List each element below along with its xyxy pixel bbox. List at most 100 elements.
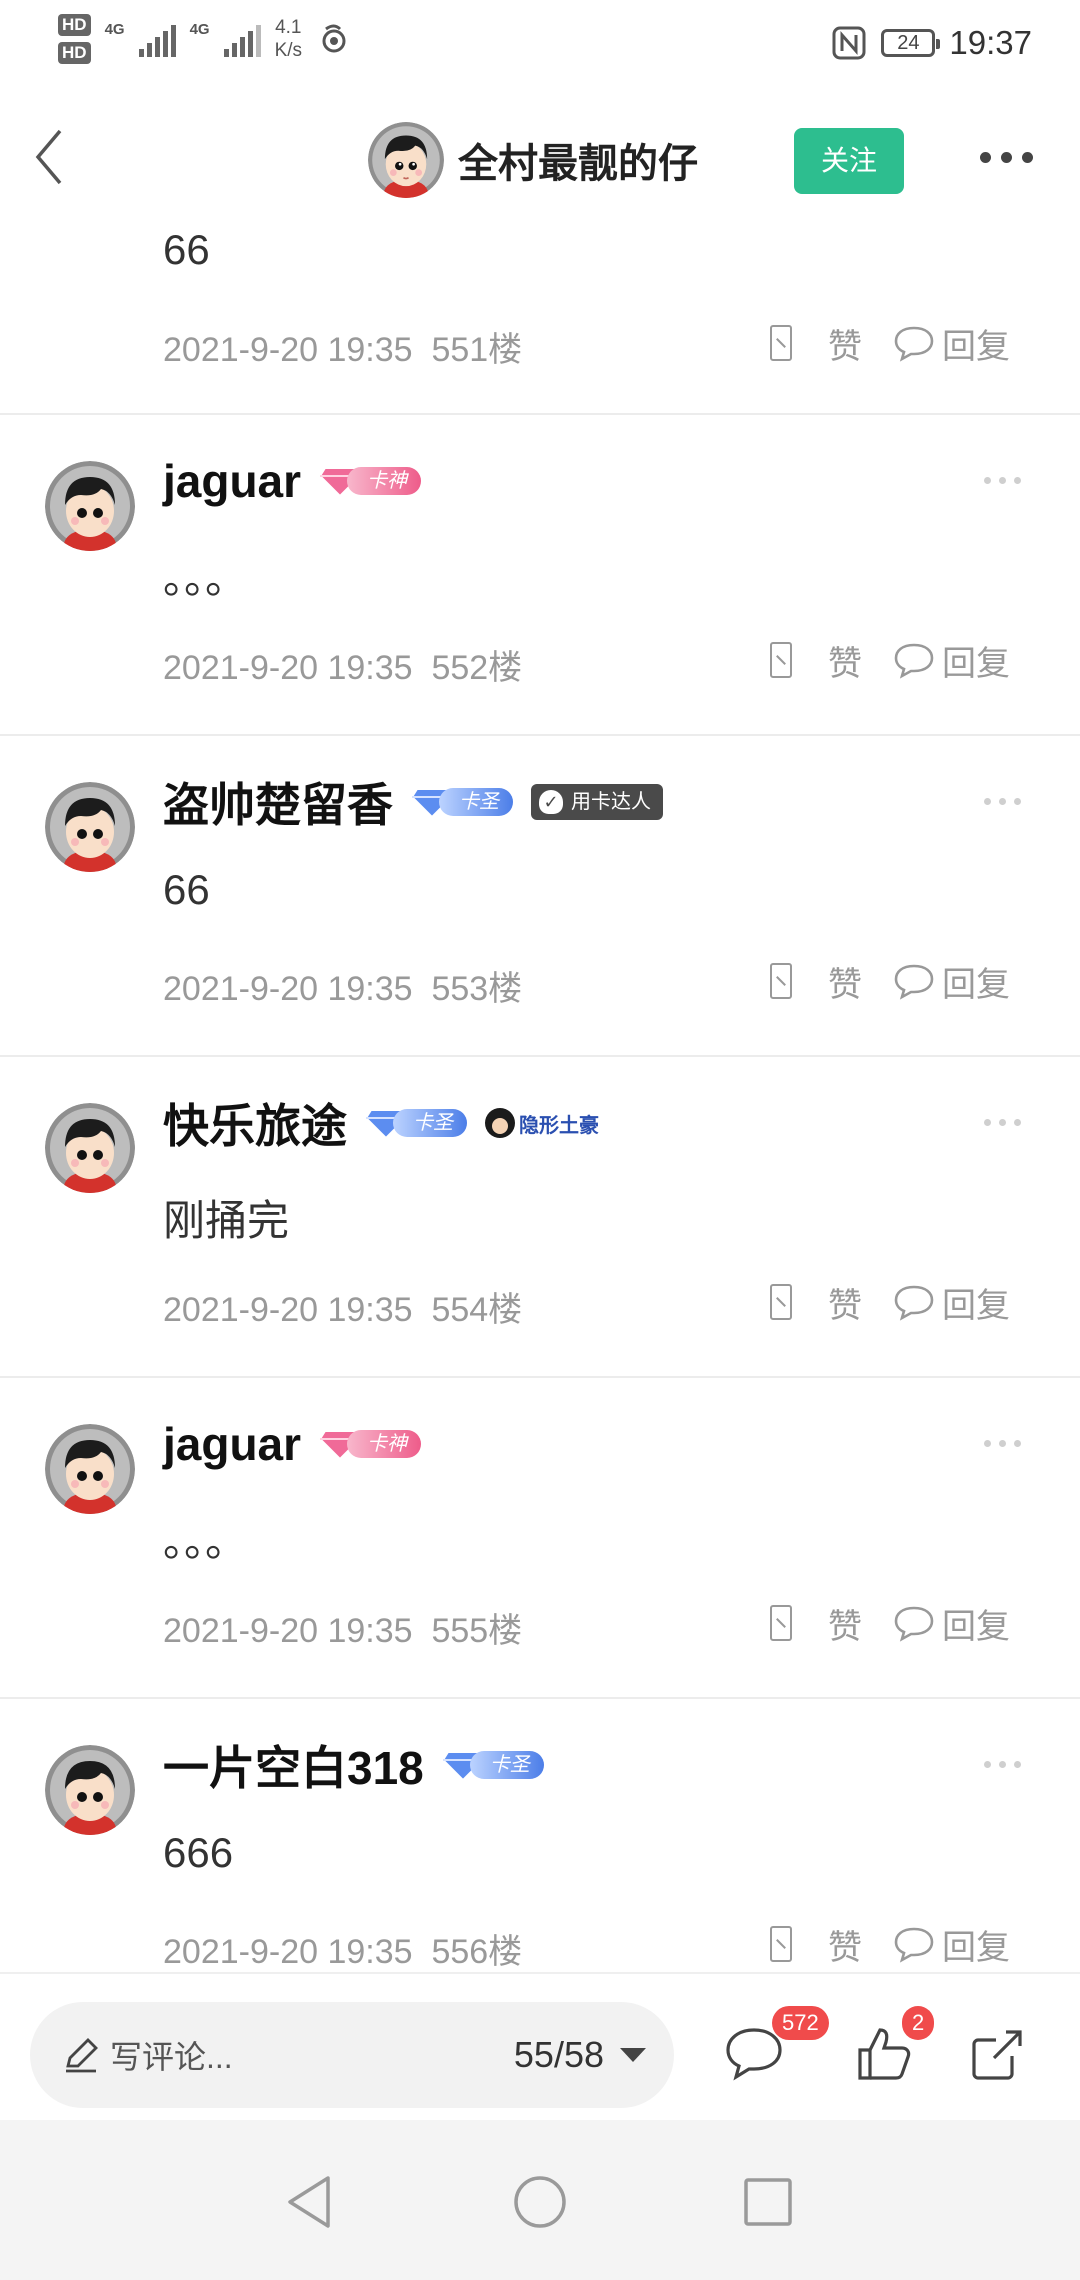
reply-button[interactable]: 回复 bbox=[942, 957, 1010, 1006]
like-icon[interactable] bbox=[770, 1284, 792, 1320]
comment-actions: 赞 回复 bbox=[770, 1598, 1010, 1648]
comment-meta: 2021-9-20 19:35 554楼 bbox=[163, 1282, 522, 1331]
level-badge-label: 卡神 bbox=[347, 1430, 422, 1458]
achievement-badge: ✓ 用卡达人 bbox=[531, 784, 663, 820]
status-bar: HD HD 4G 4G 4.1 K/s 24 19:37 bbox=[0, 0, 1080, 92]
clock: 19:37 bbox=[949, 24, 1032, 61]
reply-button[interactable]: 回复 bbox=[942, 1920, 1010, 1969]
like-button[interactable]: 赞 bbox=[828, 319, 862, 368]
reply-icon[interactable] bbox=[892, 1924, 936, 1964]
like-icon[interactable] bbox=[770, 1926, 792, 1962]
author-header[interactable]: 全村最靓的仔 bbox=[368, 122, 698, 198]
user-avatar[interactable] bbox=[45, 782, 135, 872]
level-badge: 卡圣 bbox=[411, 782, 513, 822]
more-icon[interactable] bbox=[980, 152, 1033, 163]
network-speed-unit: K/s bbox=[274, 40, 303, 61]
level-badge: 卡圣 bbox=[441, 1745, 544, 1785]
reply-icon[interactable] bbox=[892, 1282, 936, 1322]
reply-button[interactable]: 回复 bbox=[942, 319, 1010, 368]
network-speed: 4.1 K/s bbox=[275, 16, 302, 62]
page-title: 全村最靓的仔 bbox=[458, 142, 698, 186]
comment-more-icon[interactable] bbox=[984, 1119, 1021, 1126]
achievement-badge-label: 用卡达人 bbox=[571, 791, 651, 813]
user-avatar[interactable] bbox=[45, 461, 135, 551]
username[interactable]: 快乐旅途 bbox=[163, 1090, 347, 1156]
comment-date: 2021-9-20 19:35 bbox=[163, 331, 413, 369]
reply-icon[interactable] bbox=[892, 1603, 936, 1643]
comment-content: 。。。 bbox=[163, 555, 248, 602]
like-button[interactable]: 赞 bbox=[828, 957, 862, 1006]
username[interactable]: jaguar bbox=[163, 1417, 301, 1471]
like-button[interactable]: 赞 bbox=[828, 1599, 862, 1648]
comment-item: jaguar 卡神 。。。 2021-9-20 19:35 555楼 赞 回复 bbox=[0, 1378, 1080, 1699]
reply-button[interactable]: 回复 bbox=[942, 636, 1010, 685]
comment-floor: 552楼 bbox=[431, 649, 523, 687]
comment-count-badge: 572 bbox=[772, 2006, 829, 2040]
username[interactable]: jaguar bbox=[163, 454, 301, 508]
reply-icon[interactable] bbox=[892, 323, 936, 363]
comment-meta: 2021-9-20 19:35 553楼 bbox=[163, 961, 522, 1010]
comment-date: 2021-9-20 19:35 bbox=[163, 649, 413, 687]
write-comment-input[interactable]: 写评论... 55/58 bbox=[30, 2002, 674, 2108]
level-badge-label: 卡圣 bbox=[393, 1109, 467, 1137]
comment-meta: 2021-9-20 19:35 556楼 bbox=[163, 1924, 522, 1972]
like-button[interactable]: 赞 bbox=[828, 1278, 862, 1327]
share-icon[interactable] bbox=[966, 2022, 1030, 2084]
comment-actions: 赞 回复 bbox=[770, 956, 1010, 1006]
comment-item: jaguar 卡神 。。。 2021-9-20 19:35 552楼 赞 回复 bbox=[0, 415, 1080, 736]
comment-item: 一片空白318 卡圣 666 2021-9-20 19:35 556楼 赞 回复 bbox=[0, 1699, 1080, 1972]
nav-recents-icon[interactable] bbox=[738, 2172, 798, 2232]
comment-content: 刚捅完 bbox=[163, 1197, 290, 1244]
user-name-row: jaguar 卡神 bbox=[163, 451, 422, 511]
like-button[interactable]: 赞 bbox=[828, 1920, 862, 1969]
chevron-left-icon bbox=[35, 129, 62, 185]
comment-more-icon[interactable] bbox=[984, 477, 1021, 484]
comment-more-icon[interactable] bbox=[984, 1440, 1021, 1447]
page-indicator[interactable]: 55/58 bbox=[514, 2034, 604, 2076]
bottom-action-bar: 写评论... 55/58 572 2 bbox=[0, 1972, 1080, 2120]
comment-date: 2021-9-20 19:35 bbox=[163, 970, 413, 1008]
comment-more-icon[interactable] bbox=[984, 798, 1021, 805]
pen-icon bbox=[66, 2038, 98, 2073]
back-button[interactable] bbox=[22, 124, 76, 190]
like-icon[interactable] bbox=[770, 325, 792, 361]
author-avatar[interactable] bbox=[368, 122, 444, 198]
battery-indicator: 24 bbox=[881, 29, 941, 57]
level-badge-label: 卡圣 bbox=[469, 1751, 544, 1779]
user-name-row: 快乐旅途 卡圣 隐形土豪 bbox=[163, 1093, 599, 1153]
system-nav-bar bbox=[0, 2120, 1080, 2280]
like-button[interactable]: 赞 bbox=[828, 636, 862, 685]
comment-actions: 赞 回复 bbox=[770, 635, 1010, 685]
status-right: 24 19:37 bbox=[831, 24, 1032, 62]
username[interactable]: 一片空白318 bbox=[163, 1732, 424, 1798]
comment-feed[interactable]: 66 2021-9-20 19:35 551楼 赞 回复 jaguar 卡神 。… bbox=[0, 222, 1080, 1972]
comment-item: 66 2021-9-20 19:35 551楼 赞 回复 bbox=[0, 222, 1080, 415]
reply-icon[interactable] bbox=[892, 961, 936, 1001]
sim1-network-label: 4G bbox=[104, 21, 125, 38]
hd-badge-1: HD bbox=[58, 14, 91, 36]
comment-content: 。。。 bbox=[163, 1518, 248, 1565]
reply-button[interactable]: 回复 bbox=[942, 1278, 1010, 1327]
reply-icon[interactable] bbox=[892, 640, 936, 680]
comment-content: 66 bbox=[163, 226, 210, 273]
user-avatar[interactable] bbox=[45, 1103, 135, 1193]
like-icon[interactable] bbox=[770, 642, 792, 678]
username[interactable]: 盗帅楚留香 bbox=[163, 769, 393, 835]
page-dropdown-caret-icon[interactable] bbox=[620, 2048, 646, 2062]
comment-content: 666 bbox=[163, 1829, 234, 1876]
nav-back-icon[interactable] bbox=[280, 2172, 340, 2232]
nav-home-icon[interactable] bbox=[510, 2172, 570, 2232]
like-icon[interactable] bbox=[770, 963, 792, 999]
follow-button[interactable]: 关注 bbox=[794, 128, 904, 194]
achievement-badge: 隐形土豪 bbox=[485, 1108, 599, 1138]
write-comment-placeholder[interactable]: 写评论... bbox=[110, 2032, 514, 2078]
sync-icon bbox=[322, 24, 346, 53]
comment-date: 2021-9-20 19:35 bbox=[163, 1933, 413, 1971]
user-avatar[interactable] bbox=[45, 1424, 135, 1514]
like-icon[interactable] bbox=[770, 1605, 792, 1641]
user-avatar[interactable] bbox=[45, 1745, 135, 1835]
reply-button[interactable]: 回复 bbox=[942, 1599, 1010, 1648]
comment-more-icon[interactable] bbox=[984, 1761, 1021, 1768]
comment-floor: 554楼 bbox=[431, 1291, 523, 1329]
comment-item: 快乐旅途 卡圣 隐形土豪 刚捅完 2021-9-20 19:35 554楼 赞 … bbox=[0, 1057, 1080, 1378]
